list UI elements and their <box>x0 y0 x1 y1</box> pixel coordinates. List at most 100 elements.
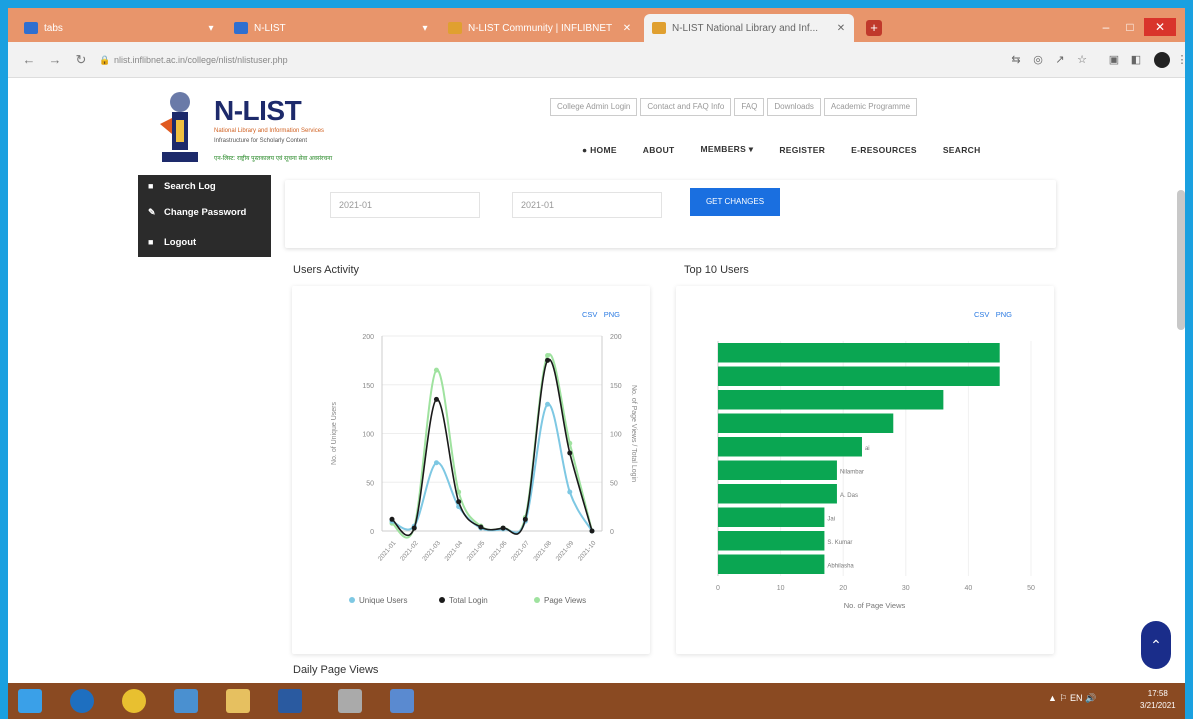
bar-value-label: S. Kumar <box>827 540 852 546</box>
users-activity-title: Users Activity <box>293 264 360 276</box>
internet-explorer-icon[interactable] <box>70 689 94 713</box>
nav-register[interactable]: REGISTER <box>779 145 825 155</box>
scroll-to-top-button[interactable]: ⌃ <box>1141 621 1171 669</box>
nav-about[interactable]: ABOUT <box>643 145 675 155</box>
forward-icon[interactable]: → <box>46 51 64 69</box>
close-icon[interactable]: ✕ <box>836 23 846 34</box>
x-tick-label: 2021-08 <box>532 539 553 562</box>
top-link[interactable]: Academic Programme <box>823 98 918 116</box>
y-axis-label: No. of Unique Users <box>331 401 338 465</box>
file-explorer-icon[interactable] <box>174 689 198 713</box>
page-views-legend-marker <box>534 597 540 603</box>
minimize-button[interactable]: – <box>1096 18 1116 36</box>
top-link[interactable]: College Admin Login <box>550 98 638 116</box>
browser-tab[interactable]: tabs ▾ <box>16 14 224 42</box>
tab-label: N-LIST <box>254 22 286 34</box>
back-icon[interactable]: ← <box>20 51 38 69</box>
unique-users-legend-label: Unique Users <box>359 596 407 605</box>
logo-subtitle: Infrastructure for Scholarly Content <box>214 138 308 144</box>
total-login-point <box>456 499 462 505</box>
bar-value-label: Jai <box>827 516 835 522</box>
nav-members[interactable]: MEMBERS ▾ <box>701 144 754 155</box>
reload-icon[interactable]: ↻ <box>72 51 90 69</box>
y2-axis-label: No. of Page Views / Total Login <box>630 385 637 482</box>
total-login-point <box>589 528 595 534</box>
unique-users-point <box>433 460 439 466</box>
x-tick-label: 2021-09 <box>555 539 576 562</box>
page-scrollbar[interactable] <box>1177 190 1185 330</box>
png-link[interactable]: PNG <box>604 310 620 319</box>
close-icon[interactable]: ▾ <box>420 23 430 34</box>
png-link[interactable]: PNG <box>996 310 1012 319</box>
x-tick-label: 0 <box>716 585 720 592</box>
browser-tab[interactable]: N-LIST Community | INFLIBNET ✕ <box>440 14 640 42</box>
y2-tick-label: 50 <box>610 480 618 487</box>
to-date-input[interactable]: 2021-01 <box>512 192 662 218</box>
top-user-bar <box>718 366 1000 386</box>
side-menu-search-log[interactable]: ■ Search Log <box>138 175 271 197</box>
media-icon[interactable] <box>278 689 302 713</box>
side-menu-logout[interactable]: ■ Logout <box>138 227 271 257</box>
x-tick-label: 2021-01 <box>377 539 398 562</box>
close-icon[interactable]: ✕ <box>622 23 632 34</box>
bookmark-star-icon[interactable]: ☆ <box>1074 52 1090 68</box>
url-input[interactable]: nlist.inflibnet.ac.in/college/nlist/nlis… <box>114 50 994 70</box>
clock-date: 3/21/2021 <box>1140 701 1176 710</box>
profile-avatar[interactable] <box>1154 52 1170 68</box>
unique-users-point <box>567 489 573 495</box>
browser-tab[interactable]: N-LIST ▾ <box>226 14 438 42</box>
top-link[interactable]: FAQ <box>734 98 765 116</box>
top-user-bar <box>718 390 944 410</box>
maximize-button[interactable]: □ <box>1120 18 1140 36</box>
total-login-legend-marker <box>439 597 445 603</box>
csv-link[interactable]: CSV <box>582 310 597 319</box>
csv-link[interactable]: CSV <box>974 310 989 319</box>
photos-icon[interactable] <box>390 689 414 713</box>
top-user-bar <box>718 413 894 433</box>
translate-icon[interactable]: ⇆ <box>1008 52 1024 68</box>
nav-home[interactable]: ● HOME <box>582 145 617 155</box>
total-login-point <box>567 450 573 456</box>
browser-tab-active[interactable]: N-LIST National Library and Inf... ✕ <box>644 14 854 42</box>
page-views-legend-label: Page Views <box>544 596 586 605</box>
sidebar-icon[interactable]: ◧ <box>1128 52 1144 68</box>
x-tick-label: 2021-10 <box>577 539 598 562</box>
side-menu-change-password[interactable]: ✎ Change Password <box>138 197 271 227</box>
from-date-input[interactable]: 2021-01 <box>330 192 480 218</box>
page-views-point <box>545 353 551 358</box>
extension-icon[interactable]: ◎ <box>1030 52 1046 68</box>
share-icon[interactable]: ↗ <box>1052 52 1068 68</box>
top-users-title: Top 10 Users <box>684 264 749 276</box>
nav-e-resources[interactable]: E-RESOURCES <box>851 145 917 155</box>
windows-start-icon[interactable] <box>18 689 42 713</box>
top-link[interactable]: Contact and FAQ Info <box>640 98 732 116</box>
top-link[interactable]: Downloads <box>767 98 821 116</box>
new-tab-button[interactable]: + <box>866 20 882 36</box>
x-axis-label: No. of Page Views <box>844 601 906 610</box>
taskbar-clock[interactable]: 17:58 3/21/2021 <box>1140 688 1176 712</box>
total-login-point <box>389 516 395 522</box>
site-title[interactable]: N-LIST <box>214 95 302 127</box>
folder-icon[interactable] <box>226 689 250 713</box>
users-activity-chart: 0 0 50 50 100 100 150 150 200 200 No. of Unique Us… <box>331 334 637 605</box>
daily-page-views-title: Daily Page Views <box>293 664 379 676</box>
page-views-point <box>433 367 439 373</box>
top-user-bar <box>718 531 825 551</box>
screen-frame: tabs ▾ N-LIST ▾ N-LIST Community | INFLI… <box>0 0 1193 719</box>
y2-tick-label: 150 <box>610 383 622 390</box>
nav-search[interactable]: SEARCH <box>943 145 981 155</box>
chrome-icon[interactable] <box>122 689 146 713</box>
extensions-puzzle-icon[interactable]: ▣ <box>1106 52 1122 68</box>
top-user-bar <box>718 343 1000 363</box>
system-tray[interactable]: ▲ ⚐ EN 🔊 <box>1048 693 1096 704</box>
get-changes-button[interactable]: GET CHANGES <box>690 188 780 216</box>
unique-users-legend-marker <box>349 597 355 603</box>
page-favicon-icon <box>234 22 248 34</box>
close-window-button[interactable]: ✕ <box>1144 18 1176 36</box>
menu-kebab-icon[interactable]: ⋮ <box>1174 52 1190 68</box>
x-tick-label: 20 <box>839 585 847 592</box>
logout-icon: ■ <box>148 237 154 247</box>
close-icon[interactable]: ▾ <box>206 23 216 34</box>
word-icon[interactable] <box>338 689 362 713</box>
windows-taskbar: ▲ ⚐ EN 🔊 17:58 3/21/2021 <box>8 683 1185 719</box>
